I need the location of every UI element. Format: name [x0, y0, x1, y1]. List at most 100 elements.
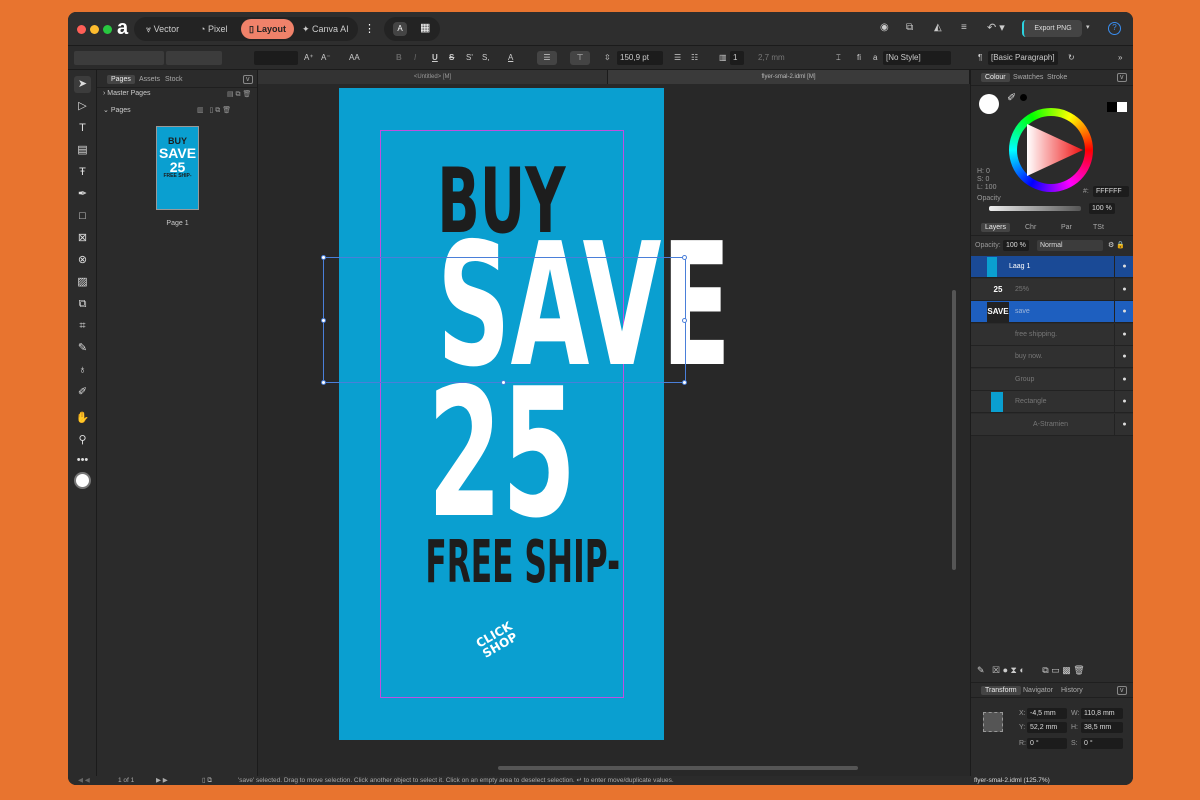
italic-button[interactable]: I	[414, 51, 416, 65]
artistic-text-tool-icon[interactable]: Ŧ	[74, 164, 91, 181]
layer-row[interactable]: buy now. ●	[971, 346, 1133, 368]
resize-handle[interactable]	[321, 380, 326, 385]
paragraph-style-select[interactable]: [Basic Paragraph]	[988, 51, 1058, 65]
page-indicator[interactable]: 1 of 1	[118, 776, 134, 785]
colour-wheel[interactable]	[1009, 108, 1093, 192]
spread-icon[interactable]: ▯ ⧉	[202, 776, 212, 785]
layer-row[interactable]: SAVE save ●	[971, 301, 1133, 323]
resize-handle[interactable]	[321, 255, 326, 260]
overflow-icon[interactable]: »	[1118, 51, 1122, 65]
blend-mode-select[interactable]: Normal	[1037, 240, 1103, 251]
tab-stock[interactable]: Stock	[161, 75, 187, 84]
layer-row[interactable]: Rectangle ●	[971, 391, 1133, 413]
font-style-select[interactable]	[166, 51, 222, 65]
columns-field[interactable]: 1	[730, 51, 744, 65]
character-style-select[interactable]: [No Style]	[883, 51, 951, 65]
resize-handle[interactable]	[682, 380, 687, 385]
align-icon[interactable]: ≡	[961, 22, 967, 33]
font-family-select[interactable]	[74, 51, 164, 65]
layer-row[interactable]: A-Stramien ●	[971, 413, 1133, 436]
export-dropdown-icon[interactable]: ▾	[1086, 23, 1090, 31]
persona-vector[interactable]: ⩔ Vector	[138, 19, 187, 39]
refresh-style-icon[interactable]: ↻	[1068, 51, 1075, 65]
rotation-field[interactable]: 0 °	[1027, 738, 1067, 749]
y-field[interactable]: 52,2 mm	[1027, 722, 1067, 733]
numbered-list-icon[interactable]: ☷	[691, 51, 698, 65]
subscript-icon[interactable]: S,	[482, 51, 490, 65]
document-page[interactable]: BUY SAVE 25 FREE SHIP- CLICK SHOP	[321, 88, 731, 740]
panel-menu-icon[interactable]: v	[243, 75, 253, 84]
grid-icon[interactable]: ▦	[420, 21, 430, 34]
black-swatch[interactable]	[1107, 102, 1117, 112]
poster-free-ship-text[interactable]: FREE SHIP-	[339, 532, 664, 591]
all-caps-button[interactable]: AA	[349, 51, 360, 65]
black-swatch-icon[interactable]	[1020, 94, 1027, 101]
tab-par[interactable]: Par	[1057, 223, 1076, 232]
preview-icon[interactable]: ◉	[880, 22, 889, 33]
w-field[interactable]: 110,8 mm	[1081, 708, 1123, 719]
decrease-size-icon[interactable]: A⁻	[321, 51, 331, 65]
visibility-eye-icon[interactable]: ●	[1114, 346, 1133, 368]
tab-transform[interactable]: Transform	[981, 686, 1021, 695]
visibility-eye-icon[interactable]: ●	[1114, 413, 1133, 436]
first-page-icon[interactable]: ◀ ◀	[78, 776, 90, 785]
vertical-scrollbar[interactable]	[952, 290, 956, 570]
table-tool-icon[interactable]: ▤	[74, 142, 91, 159]
layer-opacity-field[interactable]: 100 %	[1003, 240, 1029, 251]
page-thumbnail[interactable]: BUY SAVE 25 FREE SHIP-	[156, 126, 199, 210]
bold-button[interactable]: B	[396, 51, 402, 65]
horizontal-scrollbar[interactable]	[498, 766, 858, 770]
panel-menu-icon[interactable]: v	[1117, 73, 1127, 82]
zoom-tool-icon[interactable]: ⚲	[74, 432, 91, 449]
place-image-tool-icon[interactable]: ▨	[74, 274, 91, 291]
visibility-eye-icon[interactable]: ●	[1114, 278, 1133, 301]
minimize-button[interactable]	[90, 25, 99, 34]
fill-tool-icon[interactable]: ✎	[74, 340, 91, 357]
align-centre-icon[interactable]: ☰	[537, 51, 557, 65]
flip-icon[interactable]: ◭	[934, 22, 942, 33]
layer-row[interactable]: free shipping. ●	[971, 323, 1133, 346]
master-pages-section[interactable]: › Master Pages	[103, 90, 150, 97]
font-size-field[interactable]	[254, 51, 298, 65]
text-frame-icon[interactable]: A	[393, 22, 407, 36]
bullet-list-icon[interactable]: ☰	[674, 51, 681, 65]
resize-handle[interactable]	[682, 318, 687, 323]
visibility-eye-icon[interactable]: ●	[1114, 301, 1133, 323]
layer-settings-icon[interactable]: ⚙ 🔒	[1108, 241, 1125, 249]
hex-field[interactable]: FFFFFF	[1093, 186, 1129, 197]
vertical-align-icon[interactable]: ⊤	[570, 51, 590, 65]
layer-row[interactable]: Group ●	[971, 368, 1133, 391]
underline-button[interactable]: U	[432, 51, 438, 65]
ellipse-frame-tool-icon[interactable]: ⊗	[74, 252, 91, 269]
text-colour-icon[interactable]: A	[508, 51, 513, 65]
tab-pages[interactable]: Pages	[107, 75, 135, 84]
doc-tab-flyer[interactable]: flyer-smal-2.idml [M]	[608, 70, 970, 84]
layer-row[interactable]: Laag 1 ●	[971, 256, 1133, 278]
tab-tst[interactable]: TSt	[1089, 223, 1108, 232]
help-icon[interactable]: ?	[1108, 22, 1121, 35]
crop-tool-icon[interactable]: ⌗	[74, 318, 91, 335]
leading-field[interactable]: 150,9 pt	[617, 51, 663, 65]
frame-inset-icon[interactable]: ⌶	[836, 51, 841, 65]
fill-colour-icon[interactable]	[979, 94, 999, 114]
tab-stroke[interactable]: Stroke	[1043, 73, 1071, 82]
visibility-eye-icon[interactable]: ●	[1114, 323, 1133, 346]
zoom-button[interactable]	[103, 25, 112, 34]
opacity-slider[interactable]	[989, 206, 1081, 211]
resize-handle[interactable]	[321, 318, 326, 323]
rectangle-tool-icon[interactable]: □	[74, 208, 91, 225]
anchor-point-selector[interactable]	[983, 712, 1003, 732]
eyedropper-icon[interactable]: ✐	[1007, 91, 1016, 104]
shear-field[interactable]: 0 °	[1081, 738, 1123, 749]
tab-chr[interactable]: Chr	[1021, 223, 1040, 232]
resize-handle[interactable]	[501, 380, 506, 385]
tab-navigator[interactable]: Navigator	[1019, 686, 1057, 695]
export-png-button[interactable]: Export PNG	[1022, 20, 1082, 37]
eyedropper-tool-icon[interactable]: ✐	[74, 384, 91, 401]
increase-size-icon[interactable]: A⁺	[304, 51, 314, 65]
tab-assets[interactable]: Assets	[135, 75, 164, 84]
persona-pixel[interactable]: ◔ Pixel	[192, 19, 235, 39]
text-frame-tool-icon[interactable]: T	[74, 120, 91, 137]
page-actions-icon[interactable]: ▥ ▯ ⧉ 🗑	[197, 106, 231, 115]
poster-25-text[interactable]: 25	[339, 365, 664, 543]
